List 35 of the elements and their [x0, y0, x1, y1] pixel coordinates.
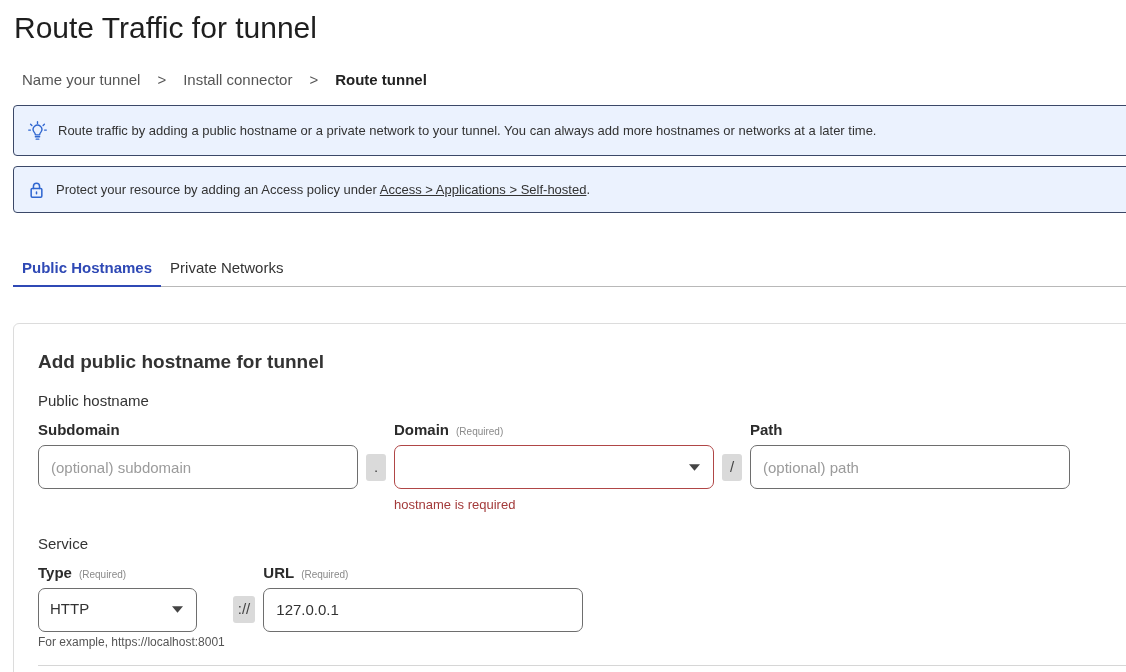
breadcrumb-step: Install connector	[183, 69, 293, 91]
caret-icon	[172, 606, 183, 613]
field-label: Path	[750, 420, 783, 440]
tab[interactable]: Public Hostnames	[13, 250, 162, 287]
field-label: Subdomain	[38, 420, 120, 440]
required-note: (Required)	[78, 567, 127, 582]
text-input[interactable]: 127.0.0.1	[263, 587, 584, 632]
breadcrumb-step: Route tunnel	[335, 69, 427, 91]
field-label: URL	[263, 562, 295, 583]
help-text: For example, https://localhost:8001	[38, 633, 225, 650]
breadcrumb-separator: >	[309, 70, 319, 90]
lock-icon	[30, 181, 43, 198]
tab[interactable]: Private Networks	[161, 250, 293, 287]
field-label: Type	[38, 562, 72, 583]
required-note: (Required)	[301, 567, 349, 582]
caret-icon	[689, 463, 700, 471]
required-note: (Required)	[456, 425, 504, 439]
dropdown-select[interactable]	[394, 445, 714, 489]
banner-message: Route traffic by adding a public hostname or a private network to your tunnel. You can always add more hostnames or networks at a later time.	[58, 121, 877, 140]
text-input[interactable]: (optional) subdomain	[38, 445, 358, 489]
separator-chip: ://	[232, 596, 256, 623]
section-label: Service	[38, 533, 90, 554]
error-message: hostname is required	[394, 496, 517, 514]
text-input[interactable]: (optional) path	[750, 445, 1070, 489]
field-label: Domain	[394, 420, 449, 440]
section-label: Public hostname	[38, 391, 150, 411]
breadcrumb-separator: >	[157, 70, 167, 90]
banner-message: Protect your resource by adding an Access policy under Access > Applications > Self-hosted.	[56, 180, 591, 199]
lightbulb-icon	[28, 121, 47, 140]
breadcrumb-step: Name your tunnel	[22, 69, 141, 91]
dropdown-select[interactable]: HTTP	[38, 587, 197, 632]
separator-chip: /	[722, 453, 742, 481]
separator-chip: .	[366, 453, 386, 481]
card-title: Add public hostname for tunnel	[38, 350, 326, 374]
page-title: Route Traffic for tunnel	[14, 10, 318, 46]
